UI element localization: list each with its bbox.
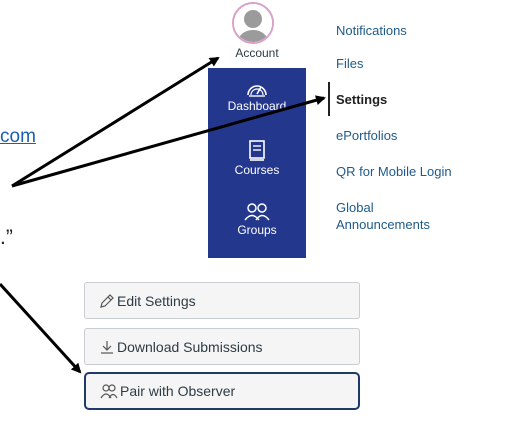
- annotation-arrows: [0, 56, 326, 374]
- arrow-to-account: [11, 56, 220, 188]
- arrow-to-settings: [11, 95, 326, 188]
- arrow-to-pair-with-observer: [0, 282, 82, 374]
